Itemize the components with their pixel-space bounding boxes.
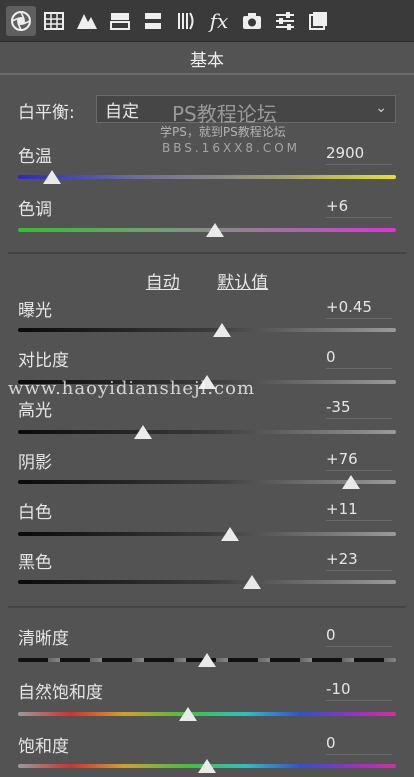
- watermark-site: www.haoyidianshejl.com: [8, 378, 256, 399]
- panel-title: 基本: [190, 51, 224, 71]
- presets-icon[interactable]: [303, 6, 333, 36]
- slider-track[interactable]: [18, 580, 396, 584]
- slider-value-field[interactable]: +11: [326, 500, 392, 521]
- hsl-icon[interactable]: [138, 6, 168, 36]
- fx-icon[interactable]: fx: [204, 6, 234, 36]
- slider-thumb[interactable]: [205, 223, 224, 237]
- slider-label: 色温: [18, 147, 52, 167]
- white-balance-value: 自定: [105, 101, 139, 122]
- slider-label: 阴影: [18, 453, 52, 473]
- slider-label: 色调: [18, 200, 52, 220]
- detail-icon[interactable]: [171, 6, 201, 36]
- slider-thumb[interactable]: [133, 425, 152, 439]
- slider-value-field[interactable]: 0: [326, 348, 392, 369]
- slider-track[interactable]: [18, 430, 396, 434]
- slider-label: 曝光: [18, 301, 52, 321]
- slider-label: 自然饱和度: [18, 683, 103, 703]
- slider-track[interactable]: [18, 175, 396, 179]
- slider-thumb[interactable]: [43, 170, 62, 184]
- white-balance-label: 白平衡:: [18, 103, 75, 123]
- slider-value-field[interactable]: 0: [326, 626, 392, 647]
- sliders-icon[interactable]: [270, 6, 300, 36]
- slider-value-field[interactable]: +0.45: [326, 298, 392, 319]
- title-divider: [0, 73, 414, 75]
- slider-thumb[interactable]: [213, 323, 232, 337]
- split-toning-icon[interactable]: [105, 6, 135, 36]
- panel-toolbar: fx: [0, 0, 414, 42]
- slider-label: 白色: [18, 503, 52, 523]
- slider-value-field[interactable]: 0: [326, 734, 392, 755]
- slider-label: 饱和度: [18, 737, 69, 757]
- aperture-icon[interactable]: [6, 5, 36, 36]
- slider-thumb[interactable]: [179, 707, 198, 721]
- slider-thumb[interactable]: [198, 653, 216, 667]
- watermark-ps-url: BBS.16XX8.COM: [162, 141, 301, 155]
- slider-thumb[interactable]: [243, 575, 262, 589]
- slider-track[interactable]: [18, 532, 396, 536]
- section-divider: [8, 606, 406, 608]
- section-divider: [8, 252, 406, 254]
- slider-track[interactable]: [18, 712, 396, 716]
- tone-links: 自动 默认值: [0, 268, 414, 293]
- default-link[interactable]: 默认值: [217, 273, 268, 293]
- slider-thumb[interactable]: [341, 475, 360, 489]
- mountains-icon[interactable]: [72, 6, 102, 36]
- slider-value-field[interactable]: +76: [326, 450, 392, 471]
- slider-value-field[interactable]: -10: [326, 680, 392, 701]
- grid-icon[interactable]: [39, 6, 69, 36]
- watermark-ps-sub: 学PS，就到PS教程论坛: [160, 125, 286, 139]
- camera-icon[interactable]: [237, 6, 267, 36]
- slider-label: 高光: [18, 401, 52, 421]
- slider-label: 对比度: [18, 351, 69, 371]
- slider-value-field[interactable]: 2900: [326, 144, 392, 165]
- slider-value-field[interactable]: +6: [326, 197, 392, 218]
- slider-track[interactable]: [18, 328, 396, 332]
- auto-link[interactable]: 自动: [146, 273, 180, 293]
- slider-thumb[interactable]: [220, 527, 239, 541]
- chevron-down-icon: ⌄: [375, 100, 387, 116]
- slider-track[interactable]: [18, 480, 396, 484]
- slider-label: 清晰度: [18, 629, 69, 649]
- slider-value-field[interactable]: +23: [326, 550, 392, 571]
- slider-value-field[interactable]: -35: [326, 398, 392, 419]
- slider-label: 黑色: [18, 553, 52, 573]
- slider-thumb[interactable]: [198, 759, 216, 773]
